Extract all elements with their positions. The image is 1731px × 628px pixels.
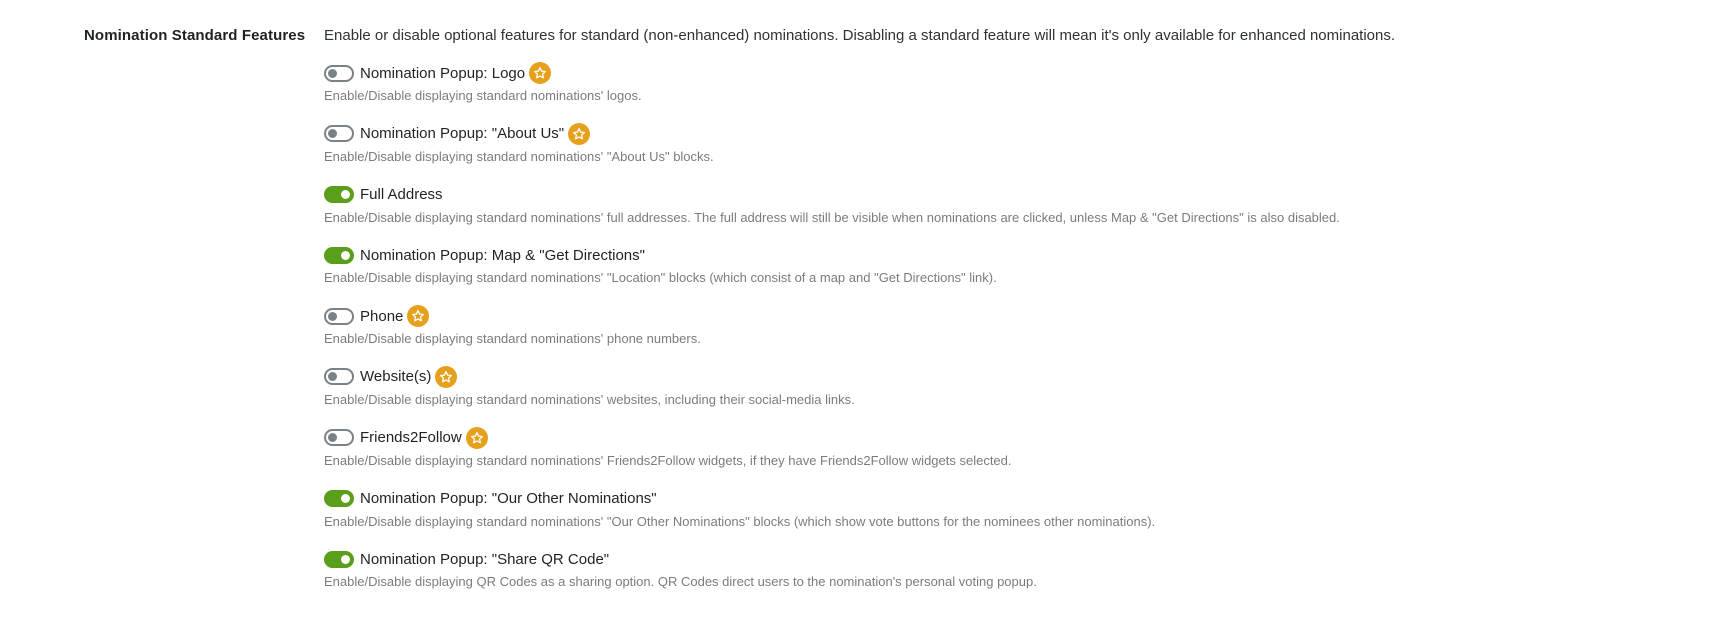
feature-label: Nomination Popup: "About Us" [360,125,565,143]
feature-help-text: Enable/Disable displaying standard nomin… [324,452,1012,468]
feature-help-text: Enable/Disable displaying standard nomin… [324,391,855,407]
toggle-knob [341,494,350,504]
star-icon [568,122,591,145]
nomination-standard-features-row: Nomination Standard Features Enable or d… [0,0,1731,628]
logo-toggle[interactable] [324,64,354,82]
feature-label: Full Address [360,186,443,204]
feature-share-qr-code: Nomination Popup: "Share QR Code" Enable… [324,546,1704,607]
friends2follow-toggle[interactable] [324,429,354,447]
star-icon [465,426,488,449]
feature-help-text: Enable/Disable displaying standard nomin… [324,148,714,164]
section-label: Nomination Standard Features [84,27,306,44]
feature-label: Phone [360,307,404,325]
feature-friends2follow: Friends2Follow Enable/Disable displaying… [324,425,1704,486]
feature-help-text: Enable/Disable displaying standard nomin… [324,331,701,347]
about-us-toggle[interactable] [324,125,354,143]
feature-our-other-nominations: Nomination Popup: "Our Other Nominations… [324,486,1704,547]
section-description: Enable or disable optional features for … [324,27,1396,44]
feature-phone: Phone Enable/Disable displaying standard… [324,303,1704,364]
feature-list: Nomination Popup: Logo Enable/Disable di… [324,60,1704,607]
feature-help-text: Enable/Disable displaying QR Codes as a … [324,574,1037,590]
feature-label: Friends2Follow [360,429,462,447]
feature-label: Nomination Popup: "Share QR Code" [360,550,610,568]
feature-websites: Website(s) Enable/Disable displaying sta… [324,364,1704,425]
star-icon [529,62,552,84]
toggle-knob [328,68,337,78]
feature-help-text: Enable/Disable displaying standard nomin… [324,270,997,286]
feature-label: Website(s) [360,368,432,386]
feature-help-text: Enable/Disable displaying standard nomin… [324,513,1156,529]
toggle-knob [328,129,337,139]
feature-help-text: Enable/Disable displaying standard nomin… [324,209,1340,225]
feature-map-get-directions: Nomination Popup: Map & "Get Directions"… [324,242,1704,303]
full-address-toggle[interactable] [324,186,354,204]
feature-nomination-popup-about-us: Nomination Popup: "About Us" Enable/Disa… [324,121,1704,182]
feature-label: Nomination Popup: "Our Other Nominations… [360,490,657,508]
toggle-knob [341,554,350,564]
websites-toggle[interactable] [324,368,354,386]
toggle-knob [328,311,337,321]
star-icon [407,305,430,328]
toggle-knob [328,433,337,443]
feature-label: Nomination Popup: Map & "Get Directions" [360,246,645,264]
toggle-knob [328,372,337,382]
share-qr-toggle[interactable] [324,550,354,568]
feature-label: Nomination Popup: Logo [360,64,526,82]
star-icon [435,365,458,388]
phone-toggle[interactable] [324,307,354,325]
map-directions-toggle[interactable] [324,246,354,264]
toggle-knob [341,250,350,260]
feature-help-text: Enable/Disable displaying standard nomin… [324,88,642,103]
other-nominations-toggle[interactable] [324,490,354,508]
feature-full-address: Full Address Enable/Disable displaying s… [324,182,1704,243]
feature-nomination-popup-logo: Nomination Popup: Logo Enable/Disable di… [324,60,1704,121]
toggle-knob [341,190,350,200]
